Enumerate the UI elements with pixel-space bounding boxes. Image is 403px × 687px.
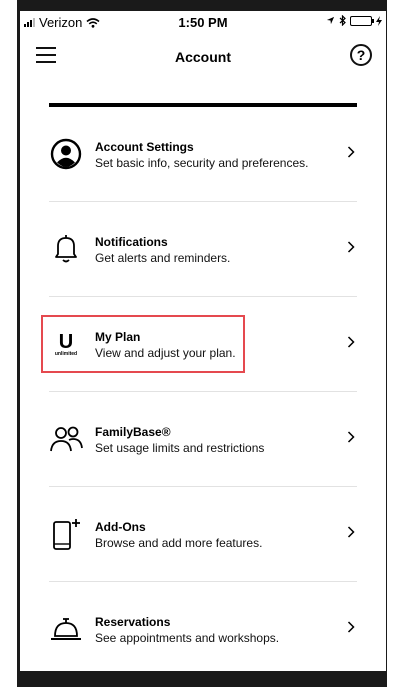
people-icon	[49, 422, 83, 456]
bell-icon	[49, 232, 83, 266]
menu-item-title: Account Settings	[95, 140, 194, 154]
service-bell-icon	[49, 612, 83, 646]
menu-item-subtitle: Browse and add more features.	[95, 536, 263, 550]
bluetooth-icon	[339, 15, 346, 26]
menu-item-add-ons[interactable]: Add-Ons Browse and add more features.	[49, 487, 357, 582]
menu-item-title: Reservations	[95, 615, 171, 629]
menu-item-subtitle: Set basic info, security and preferences…	[95, 156, 309, 170]
page-frame: Verizon 1:50 PM Account ? Account Settin…	[0, 0, 403, 687]
phone-screen: Verizon 1:50 PM Account ? Account Settin…	[20, 11, 386, 671]
plan-icon-caption: unlimited	[54, 350, 78, 357]
unlimited-plan-icon: U unlimited	[49, 327, 83, 361]
location-arrow-icon	[326, 16, 335, 25]
status-right	[326, 15, 382, 26]
menu-item-notifications[interactable]: Notifications Get alerts and reminders.	[49, 202, 357, 297]
account-menu-list: Account Settings Set basic info, securit…	[41, 107, 357, 671]
menu-item-subtitle: See appointments and workshops.	[95, 631, 280, 645]
menu-item-title: Add-Ons	[95, 520, 146, 534]
menu-item-title: Notifications	[95, 235, 168, 249]
menu-item-account-settings[interactable]: Account Settings Set basic info, securit…	[49, 107, 357, 202]
menu-item-subtitle: Get alerts and reminders.	[95, 251, 231, 265]
chevron-right-icon	[347, 240, 355, 258]
menu-item-reservations[interactable]: Reservations See appointments and worksh…	[49, 582, 357, 671]
chevron-right-icon	[347, 620, 355, 638]
page-title: Account	[175, 49, 231, 65]
menu-item-familybase[interactable]: FamilyBase® Set usage limits and restric…	[49, 392, 357, 487]
charging-bolt-icon	[376, 15, 382, 26]
menu-item-subtitle: Set usage limits and restrictions	[95, 441, 265, 455]
battery-icon	[350, 15, 374, 26]
menu-item-my-plan[interactable]: U unlimited My Plan View and adjust your…	[41, 297, 357, 392]
menu-item-subtitle: View and adjust your plan.	[95, 346, 236, 360]
chevron-right-icon	[347, 145, 355, 163]
chevron-right-icon	[347, 430, 355, 448]
phone-plus-icon	[49, 517, 83, 551]
plan-icon-letter: U	[58, 330, 74, 353]
menu-item-title: My Plan	[95, 330, 141, 344]
chevron-right-icon	[347, 525, 355, 543]
account-circle-icon	[49, 137, 83, 171]
help-circle-icon[interactable]: ?	[350, 44, 372, 66]
status-bar: Verizon 1:50 PM	[20, 11, 386, 33]
chevron-right-icon	[347, 335, 355, 353]
app-header: Account ?	[20, 37, 386, 77]
menu-item-title: FamilyBase®	[95, 425, 171, 439]
